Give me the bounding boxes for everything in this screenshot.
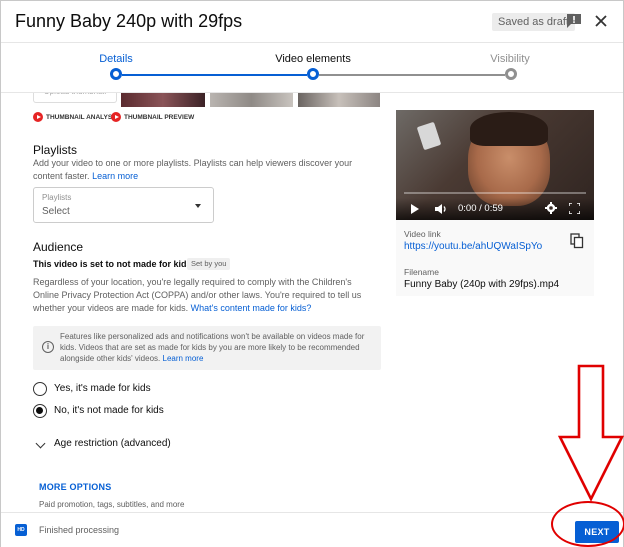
step-video-elements[interactable]: Video elements	[253, 53, 373, 65]
step-dot-video-elements[interactable]	[307, 68, 319, 80]
audience-description: Regardless of your location, you're lega…	[33, 277, 362, 313]
kids-info-learn-more-link[interactable]: Learn more	[163, 354, 204, 363]
more-options-description: Paid promotion, tags, subtitles, and mor…	[39, 500, 185, 509]
audience-heading: Audience	[33, 240, 84, 254]
step-line-2	[319, 74, 505, 76]
processing-status: Finished processing	[39, 525, 120, 535]
gear-icon[interactable]	[545, 202, 557, 214]
video-link[interactable]: https://youtu.be/ahUQWaISpYo	[404, 241, 542, 252]
age-restriction-toggle[interactable]: Age restriction (advanced)	[54, 438, 171, 449]
hd-badge-icon: HD	[15, 524, 27, 536]
progress-stepper: Details Video elements Visibility	[1, 43, 623, 93]
step-dot-details[interactable]	[110, 68, 122, 80]
thumbnail-preview-chip[interactable]: THUMBNAIL PREVIEW	[111, 111, 194, 123]
copy-icon[interactable]	[570, 233, 584, 249]
page-title: Funny Baby 240p with 29fps	[15, 11, 243, 31]
feedback-icon[interactable]	[566, 13, 582, 29]
playlists-select[interactable]: Playlists Select	[33, 187, 214, 223]
set-by-badge: Set by you	[187, 258, 231, 270]
playlists-description: Add your video to one or more playlists.…	[33, 158, 353, 181]
video-progress-bar[interactable]	[404, 192, 586, 194]
audience-status: This video is set to not made for kids	[33, 259, 192, 269]
kids-info-box: i Features like personalized ads and not…	[33, 326, 381, 370]
playlists-select-value: Select	[42, 206, 70, 217]
close-icon[interactable]	[593, 13, 609, 29]
made-for-kids-info-link[interactable]: What's content made for kids?	[191, 303, 312, 313]
play-badge-icon	[111, 112, 121, 122]
step-dot-visibility[interactable]	[505, 68, 517, 80]
thumbnail-option-2[interactable]	[210, 93, 293, 107]
step-visibility[interactable]: Visibility	[450, 53, 570, 65]
draft-status-badge: Saved as draft	[492, 13, 575, 31]
radio-label-no[interactable]: No, it's not made for kids	[54, 405, 164, 416]
details-form: Upload thumbnail THUMBNAIL ANALYSIS THUM…	[1, 93, 391, 512]
video-preview-card: 0:00 / 0:59 Video link https://youtu.be/…	[396, 110, 594, 296]
volume-icon[interactable]	[435, 203, 449, 215]
upload-dialog: Funny Baby 240p with 29fps Saved as draf…	[0, 0, 624, 547]
step-details[interactable]: Details	[56, 53, 176, 65]
thumbnail-option-1[interactable]	[121, 93, 205, 107]
chevron-down-icon[interactable]	[35, 438, 46, 449]
filename-label: Filename	[404, 267, 439, 277]
radio-made-for-kids-yes[interactable]	[33, 382, 47, 396]
video-player[interactable]: 0:00 / 0:59	[396, 110, 594, 220]
dialog-header: Funny Baby 240p with 29fps Saved as draf…	[1, 1, 623, 43]
upload-thumbnail-button[interactable]: Upload thumbnail	[33, 93, 117, 103]
play-icon[interactable]	[411, 204, 419, 214]
playlists-heading: Playlists	[33, 143, 78, 157]
step-line-1	[122, 74, 307, 76]
info-icon: i	[42, 341, 54, 353]
filename-value: Funny Baby (240p with 29fps).mp4	[404, 279, 560, 290]
playlists-learn-more-link[interactable]: Learn more	[92, 171, 138, 181]
red-circle-annotation	[551, 501, 624, 547]
radio-made-for-kids-no[interactable]	[33, 404, 47, 418]
play-badge-icon	[33, 112, 43, 122]
thumbnail-option-3[interactable]	[298, 93, 380, 107]
playlists-select-label: Playlists	[42, 193, 72, 202]
fullscreen-icon[interactable]	[569, 203, 580, 214]
more-options-button[interactable]: MORE OPTIONS	[39, 482, 111, 492]
radio-label-yes[interactable]: Yes, it's made for kids	[54, 383, 151, 394]
thumbnail-row: Upload thumbnail THUMBNAIL ANALYSIS THUM…	[33, 93, 389, 122]
red-arrow-annotation	[557, 364, 624, 502]
video-time: 0:00 / 0:59	[458, 203, 503, 214]
video-link-label: Video link	[404, 229, 441, 239]
thumbnail-analysis-chip[interactable]: THUMBNAIL ANALYSIS	[33, 111, 118, 123]
dialog-footer: HD Finished processing NEXT	[1, 512, 623, 547]
chevron-down-icon	[195, 204, 201, 208]
